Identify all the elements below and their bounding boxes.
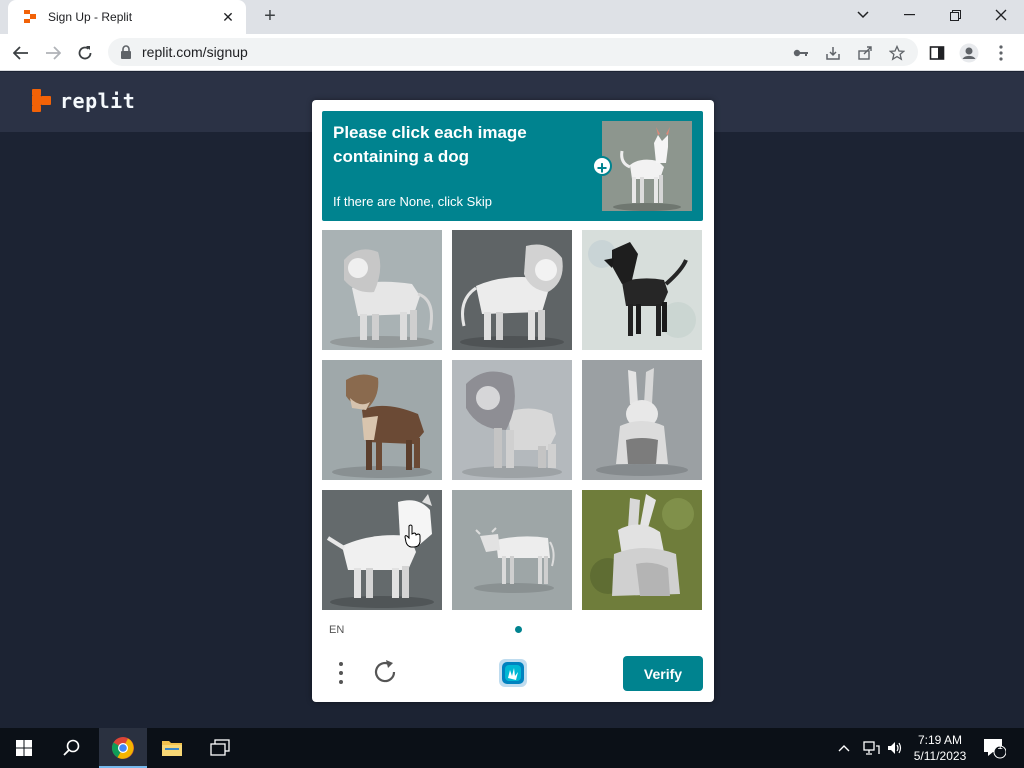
example-dog-image xyxy=(602,121,692,211)
taskbar-task-view-button[interactable] xyxy=(196,728,244,768)
menu-dot-icon xyxy=(339,662,343,667)
image-tile-6[interactable] xyxy=(582,360,702,480)
rabbit-image xyxy=(582,490,702,610)
tab-close-icon[interactable]: ✕ xyxy=(220,9,236,26)
windows-taskbar: 7:19 AM 5/11/2023 1 xyxy=(0,728,1024,768)
prompt-skip-hint: If there are None, click Skip xyxy=(333,194,492,209)
volume-icon[interactable] xyxy=(886,728,904,768)
hand-cursor-icon xyxy=(404,524,422,548)
verify-button[interactable]: Verify xyxy=(623,656,703,691)
image-tile-9[interactable] xyxy=(582,490,702,610)
tab-search-icon[interactable] xyxy=(840,0,886,30)
reload-icon[interactable] xyxy=(72,40,98,66)
clock-time: 7:19 AM xyxy=(917,733,963,747)
taskbar-search-button[interactable] xyxy=(48,728,96,768)
replit-logo-icon xyxy=(32,89,52,113)
bookmark-star-icon[interactable] xyxy=(886,42,908,64)
show-hidden-icons[interactable] xyxy=(838,728,850,768)
menu-dot-icon xyxy=(339,670,343,675)
taskbar-clock[interactable]: 7:19 AM 5/11/2023 xyxy=(904,732,976,764)
side-panel-icon[interactable] xyxy=(926,42,948,64)
lock-icon xyxy=(121,45,131,59)
taskbar-chrome-button[interactable] xyxy=(99,728,147,768)
language-selector[interactable]: EN xyxy=(329,624,344,636)
prompt-title: Please click each image containing a dog xyxy=(333,123,527,166)
image-tile-3[interactable] xyxy=(582,230,702,350)
black-dog-image xyxy=(582,230,702,350)
lion-image xyxy=(452,230,572,350)
captcha-prompt: Please click each image containing a dog… xyxy=(322,111,703,221)
brown-dog-image xyxy=(322,360,442,480)
image-tile-2[interactable] xyxy=(452,230,572,350)
page-indicator-dot xyxy=(515,626,522,633)
forward-icon[interactable] xyxy=(40,40,66,66)
back-icon[interactable] xyxy=(8,40,34,66)
image-tile-5[interactable] xyxy=(452,360,572,480)
browser-toolbar: replit.com/signup xyxy=(0,34,1024,71)
url-text: replit.com/signup xyxy=(142,44,248,60)
browser-tab[interactable]: Sign Up - Replit ✕ xyxy=(8,0,246,34)
chrome-icon xyxy=(111,737,134,759)
refresh-challenge-button[interactable] xyxy=(370,657,400,687)
image-tile-7[interactable] xyxy=(322,490,442,610)
folder-icon xyxy=(162,741,182,756)
key-icon[interactable] xyxy=(790,42,812,64)
white-dog-image xyxy=(322,490,442,610)
tab-title: Sign Up - Replit xyxy=(48,10,133,24)
clock-date: 5/11/2023 xyxy=(913,749,967,763)
replit-logo[interactable]: replit xyxy=(32,89,135,113)
minimize-button[interactable] xyxy=(886,0,932,30)
network-icon[interactable] xyxy=(862,728,880,768)
captcha-challenge: Please click each image containing a dog… xyxy=(312,100,714,702)
search-icon xyxy=(63,739,80,756)
notification-count: 1 xyxy=(997,741,1003,752)
logo-text: replit xyxy=(60,89,136,113)
lion-image xyxy=(322,230,442,350)
menu-dot-icon xyxy=(339,679,343,684)
refresh-icon xyxy=(374,660,396,683)
browser-menu-icon[interactable] xyxy=(990,42,1012,64)
captcha-menu-button[interactable] xyxy=(332,660,350,686)
restore-button[interactable] xyxy=(932,0,978,30)
chevron-up-icon xyxy=(838,745,850,752)
replit-favicon-icon xyxy=(22,9,38,25)
browser-tab-strip: Sign Up - Replit ✕ + xyxy=(0,0,1024,34)
notification-center-button[interactable]: 1 xyxy=(982,728,1006,768)
install-app-icon[interactable] xyxy=(822,42,844,64)
image-tile-1[interactable] xyxy=(322,230,442,350)
cow-image xyxy=(452,490,572,610)
image-tile-4[interactable] xyxy=(322,360,442,480)
taskbar-file-explorer-button[interactable] xyxy=(148,728,196,768)
share-icon[interactable] xyxy=(854,42,876,64)
image-tile-8[interactable] xyxy=(452,490,572,610)
windows-logo-icon xyxy=(16,740,32,756)
lion-image xyxy=(452,360,572,480)
profile-avatar-icon[interactable] xyxy=(958,42,980,64)
add-example-icon: + xyxy=(592,156,612,178)
rabbit-image xyxy=(582,360,702,480)
new-tab-button[interactable]: + xyxy=(260,6,280,26)
windows-start-button[interactable] xyxy=(0,728,48,768)
image-grid xyxy=(322,230,704,612)
hcaptcha-logo-icon[interactable] xyxy=(496,656,530,690)
close-window-button[interactable] xyxy=(978,0,1024,30)
task-view-icon xyxy=(210,739,230,756)
